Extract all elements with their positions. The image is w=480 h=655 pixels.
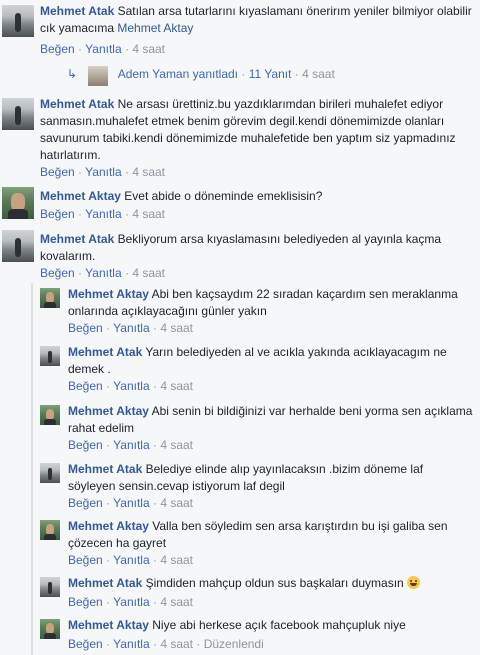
- like-button[interactable]: Beğen: [68, 496, 103, 510]
- replies-summary[interactable]: ↳ Adem Yaman yanıtladı · 11 Yanıt · 4 sa…: [67, 64, 335, 86]
- avatar: [88, 66, 109, 86]
- like-button[interactable]: Beğen: [68, 379, 103, 393]
- reply-button[interactable]: Yanıtla: [85, 165, 121, 179]
- reply-button[interactable]: Yanıtla: [85, 42, 121, 56]
- like-button[interactable]: Beğen: [40, 207, 75, 221]
- timestamp[interactable]: 4 saat: [160, 321, 193, 335]
- like-button[interactable]: Beğen: [68, 321, 103, 335]
- avatar[interactable]: [2, 98, 34, 130]
- avatar[interactable]: [40, 619, 60, 639]
- timestamp[interactable]: 4 saat: [132, 266, 165, 280]
- like-button[interactable]: Beğen: [40, 165, 75, 179]
- avatar[interactable]: [40, 405, 60, 425]
- reply-button[interactable]: Yanıtla: [85, 266, 121, 280]
- comment-author[interactable]: Mehmet Atak: [40, 232, 114, 246]
- timestamp[interactable]: 4 saat: [160, 438, 193, 452]
- timestamp[interactable]: 4 saat: [160, 553, 193, 567]
- comment-author[interactable]: Mehmet Atak: [68, 345, 142, 359]
- timestamp[interactable]: 4 saat: [160, 496, 193, 510]
- reply-button[interactable]: Yanıtla: [113, 637, 149, 651]
- laughing-emoji-icon: [407, 576, 421, 589]
- reply-button[interactable]: Yanıtla: [113, 379, 149, 393]
- comment-mention[interactable]: Mehmet Aktay: [117, 21, 193, 35]
- comment-author[interactable]: Mehmet Aktay: [68, 287, 149, 301]
- reply-count[interactable]: 11 Yanıt: [249, 67, 292, 81]
- comment-author[interactable]: Mehmet Aktay: [68, 404, 149, 418]
- avatar[interactable]: [40, 463, 60, 483]
- comment-author[interactable]: Mehmet Aktay: [68, 618, 149, 632]
- reply-button[interactable]: Yanıtla: [113, 321, 149, 335]
- avatar[interactable]: [40, 577, 60, 597]
- reply-button[interactable]: Yanıtla: [113, 496, 149, 510]
- timestamp[interactable]: 4 saat: [132, 207, 165, 221]
- comment-author[interactable]: Mehmet Atak: [68, 462, 142, 476]
- reply-summary-action: yanıtladı: [192, 67, 239, 81]
- avatar[interactable]: [2, 5, 34, 37]
- avatar[interactable]: [2, 187, 34, 219]
- like-button[interactable]: Beğen: [68, 553, 103, 567]
- comment-author[interactable]: Mehmet Atak: [40, 97, 114, 111]
- timestamp: 4 saat: [302, 67, 335, 81]
- timestamp[interactable]: 4 saat: [132, 165, 165, 179]
- avatar[interactable]: [40, 288, 60, 308]
- timestamp[interactable]: 4 saat: [160, 379, 193, 393]
- like-button[interactable]: Beğen: [40, 42, 75, 56]
- reply-thread-line: [31, 283, 33, 655]
- avatar[interactable]: [2, 230, 34, 262]
- timestamp[interactable]: 4 saat: [160, 595, 193, 609]
- like-button[interactable]: Beğen: [68, 595, 103, 609]
- edited-label[interactable]: Düzenlendi: [204, 637, 264, 651]
- like-button[interactable]: Beğen: [68, 438, 103, 452]
- comment-author[interactable]: Mehmet Aktay: [68, 519, 149, 533]
- comment-text: Niye abi herkese açık facebook mahçupluk…: [152, 618, 406, 632]
- timestamp[interactable]: 4 saat: [132, 42, 165, 56]
- reply-summary-name[interactable]: Adem Yaman: [118, 67, 190, 81]
- avatar[interactable]: [40, 520, 60, 540]
- comment-author[interactable]: Mehmet Aktay: [40, 189, 121, 203]
- like-button[interactable]: Beğen: [40, 266, 75, 280]
- timestamp[interactable]: 4 saat: [160, 637, 193, 651]
- comment-author[interactable]: Mehmet Atak: [40, 4, 114, 18]
- like-button[interactable]: Beğen: [68, 637, 103, 651]
- reply-button[interactable]: Yanıtla: [113, 438, 149, 452]
- reply-button[interactable]: Yanıtla: [113, 595, 149, 609]
- comment-text: Evet abide o döneminde emeklisisin?: [124, 189, 323, 203]
- comment-author[interactable]: Mehmet Atak: [68, 576, 142, 590]
- reply-arrow-icon: ↳: [67, 67, 78, 81]
- reply-button[interactable]: Yanıtla: [113, 553, 149, 567]
- avatar[interactable]: [40, 346, 60, 366]
- reply-button[interactable]: Yanıtla: [85, 207, 121, 221]
- comment-text: Şimdiden mahçup oldun sus başkaları duym…: [145, 576, 404, 590]
